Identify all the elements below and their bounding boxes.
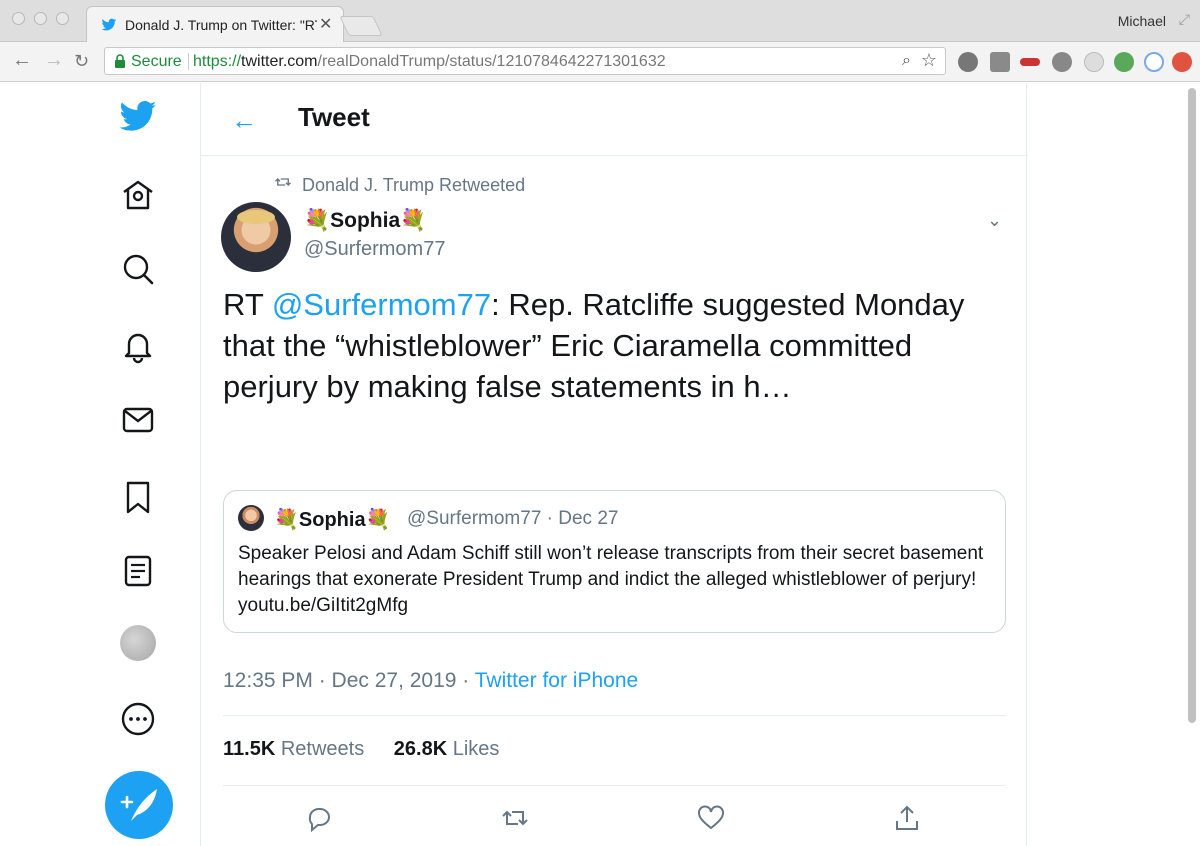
tweet-stats: 11.5K Retweets 26.8K Likes (223, 738, 523, 761)
url-text[interactable]: https://twitter.com/realDonaldTrump/stat… (193, 53, 666, 71)
like-icon[interactable] (696, 803, 726, 833)
tweet-source-link[interactable]: Twitter for iPhone (475, 669, 638, 692)
new-tab-button[interactable] (339, 16, 383, 36)
compose-feather-icon (120, 789, 157, 821)
more-icon[interactable] (118, 699, 158, 739)
bookmark-star-icon[interactable]: ☆ (921, 50, 937, 71)
bookmarks-icon[interactable] (118, 477, 158, 517)
chevron-down-icon[interactable]: ⌄ (987, 210, 1002, 231)
retweeted-by[interactable]: Donald J. Trump Retweeted (274, 173, 525, 196)
page-title: Tweet (298, 102, 370, 132)
forward-button[interactable]: → (44, 49, 64, 72)
notifications-icon[interactable] (118, 325, 158, 365)
tweet-text: RT @Surfermom77: Rep. Ratcliffe suggeste… (223, 284, 1013, 407)
extension-4-icon[interactable] (1052, 52, 1072, 72)
close-window-button[interactable] (12, 12, 25, 25)
quoted-author-handle-date: @Surfermom77 · Dec 27 (407, 508, 619, 529)
browser-profile-name[interactable]: Michael (1118, 13, 1166, 29)
likes-label: Likes (447, 738, 500, 760)
retweets-count: 11.5K (223, 738, 276, 760)
page-scrollbar[interactable] (1188, 88, 1196, 723)
zoom-icon[interactable]: ⌕ (902, 52, 911, 70)
avatar-hair (237, 210, 275, 224)
twitter-page: ← Tweet Donald J. Trump Retweeted 💐Sophi… (0, 83, 1200, 846)
lock-icon (115, 54, 125, 68)
extension-1-icon[interactable] (958, 52, 978, 72)
retweets-label: Retweets (275, 738, 365, 760)
likes-count: 26.8K (393, 738, 448, 760)
browser-tab[interactable]: Donald J. Trump on Twitter: "RT ✕ (86, 6, 344, 42)
extension-5-icon[interactable] (1084, 52, 1104, 72)
page-header: ← Tweet (201, 83, 1028, 156)
author-handle[interactable]: @Surfermom77 (304, 238, 445, 261)
fullscreen-icon[interactable]: ⤢ (1179, 11, 1190, 28)
url-path: /realDonaldTrump/status/1210784642271301… (317, 53, 666, 70)
author-avatar[interactable] (221, 202, 291, 272)
extension-2-icon[interactable] (990, 52, 1010, 72)
tweet-timestamp: 12:35 PM · Dec 27, 2019 · Twitter for iP… (223, 669, 638, 693)
quoted-author-avatar (238, 505, 264, 531)
tab-title: Donald J. Trump on Twitter: "RT (125, 17, 317, 33)
extension-3-icon[interactable] (1020, 58, 1040, 66)
browser-toolbar: ← → ↻ Secure https://twitter.com/realDon… (0, 42, 1200, 82)
browser-tab-bar: Donald J. Trump on Twitter: "RT ✕ Michae… (0, 0, 1200, 42)
tweet-column: ← Tweet Donald J. Trump Retweeted 💐Sophi… (200, 83, 1028, 846)
explore-icon[interactable] (118, 249, 158, 289)
twitter-favicon-icon (101, 18, 117, 31)
url-scheme: https:// (193, 53, 242, 70)
extension-7-icon[interactable] (1144, 52, 1164, 72)
reply-icon[interactable] (304, 803, 334, 833)
back-button[interactable]: ← (12, 49, 32, 72)
tweet-rt-prefix: RT (223, 287, 272, 322)
tweet-time-date[interactable]: 12:35 PM · Dec 27, 2019 · (223, 669, 475, 692)
quoted-tweet-card[interactable]: 💐Sophia💐 @Surfermom77 · Dec 27 Speaker P… (223, 490, 1006, 633)
quoted-tweet-text: Speaker Pelosi and Adam Schiff still won… (238, 543, 984, 616)
zoom-window-button[interactable] (56, 12, 69, 25)
address-separator (188, 53, 189, 70)
reload-button[interactable]: ↻ (74, 51, 89, 72)
url-host: twitter.com (241, 53, 318, 70)
author-display-name[interactable]: 💐Sophia💐 (304, 209, 426, 233)
extension-8-icon[interactable] (1172, 52, 1192, 72)
profile-avatar[interactable] (120, 625, 156, 661)
divider (223, 715, 1006, 716)
retweet-icon[interactable] (500, 803, 530, 833)
share-icon[interactable] (892, 803, 922, 833)
close-tab-icon[interactable]: ✕ (319, 14, 332, 34)
back-arrow-icon[interactable]: ← (231, 105, 257, 136)
likes-stat[interactable]: 26.8K Likes (394, 738, 500, 760)
lists-icon[interactable] (118, 551, 158, 591)
divider (223, 785, 1006, 786)
address-bar[interactable]: Secure https://twitter.com/realDonaldTru… (104, 47, 946, 75)
home-icon[interactable] (118, 175, 158, 215)
retweet-small-icon (275, 178, 291, 186)
retweeted-by-label: Donald J. Trump Retweeted (302, 175, 526, 195)
secure-label: Secure (131, 53, 182, 70)
twitter-bird-icon[interactable] (118, 97, 158, 137)
quoted-author-name: 💐Sophia💐 (274, 509, 391, 531)
minimize-window-button[interactable] (34, 12, 47, 25)
extension-6-icon[interactable] (1114, 52, 1134, 72)
messages-icon[interactable] (118, 400, 158, 440)
retweets-stat[interactable]: 11.5K Retweets (223, 738, 364, 760)
compose-tweet-button[interactable] (105, 771, 173, 839)
tweet-mention-link[interactable]: @Surfermom77 (272, 287, 491, 322)
